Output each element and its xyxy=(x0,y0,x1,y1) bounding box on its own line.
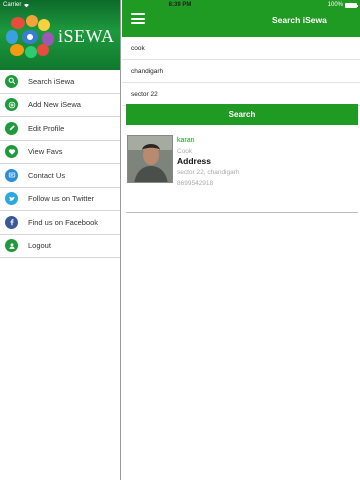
sidebar-item-label: Logout xyxy=(28,241,51,251)
city-input[interactable] xyxy=(131,67,351,75)
twitter-icon xyxy=(5,192,18,206)
category-field-row xyxy=(122,37,360,60)
clock: 8:39 PM xyxy=(168,2,192,8)
add-icon xyxy=(5,98,18,112)
sidebar: iSEWA Search iSewa Add New iSewa Edit Pr… xyxy=(0,0,121,480)
sidebar-item-search[interactable]: Search iSewa xyxy=(0,70,120,94)
sidebar-item-label: Edit Profile xyxy=(28,123,65,133)
result-phone: 8699542918 xyxy=(177,180,214,187)
status-bar: Carrier 8:39 PM 100% xyxy=(0,0,360,10)
battery-percent: 100% xyxy=(327,2,343,8)
status-battery-group: 100% xyxy=(327,0,358,10)
brand-name: iSEWA xyxy=(58,26,115,46)
list-item[interactable]: karan Cook Address sector 22, chandigarh… xyxy=(126,134,358,192)
main-panel: Search iSewa Search karan Cook Address s… xyxy=(122,0,360,480)
sidebar-item-label: Follow us on Twitter xyxy=(28,194,95,204)
sidebar-item-contact-us[interactable]: Contact Us xyxy=(0,164,120,188)
sidebar-item-label: Add New iSewa xyxy=(28,100,81,110)
divider xyxy=(126,212,358,213)
avatar xyxy=(127,135,173,183)
result-profession: Cook xyxy=(177,148,193,155)
pencil-icon xyxy=(5,121,18,135)
sidebar-item-label: Search iSewa xyxy=(28,76,75,86)
sidebar-item-add-new[interactable]: Add New iSewa xyxy=(0,94,120,117)
sidebar-header: iSEWA xyxy=(0,0,120,70)
result-address: sector 22, chandigarh xyxy=(177,169,240,176)
sidebar-item-logout[interactable]: Logout xyxy=(0,235,120,258)
sidebar-item-label: View Favs xyxy=(28,147,63,157)
profile-photo xyxy=(128,136,172,182)
page-title: Search iSewa xyxy=(272,15,327,25)
hands-logo-icon xyxy=(6,15,54,58)
user-icon xyxy=(5,239,18,253)
sidebar-item-facebook[interactable]: Find us on Facebook xyxy=(0,211,120,235)
sidebar-menu: Search iSewa Add New iSewa Edit Profile … xyxy=(0,70,120,258)
sidebar-item-label: Find us on Facebook xyxy=(28,217,99,227)
search-icon xyxy=(5,74,18,88)
area-field-row xyxy=(122,83,360,106)
result-address-heading: Address xyxy=(177,156,212,166)
sidebar-item-label: Contact Us xyxy=(28,170,66,180)
result-name: karan xyxy=(177,137,195,144)
heart-icon xyxy=(5,145,18,159)
sidebar-item-view-favs[interactable]: View Favs xyxy=(0,141,120,164)
category-input[interactable] xyxy=(131,44,351,52)
area-input[interactable] xyxy=(131,90,351,98)
menu-toggle-icon[interactable] xyxy=(131,13,145,24)
sidebar-item-edit-profile[interactable]: Edit Profile xyxy=(0,117,120,141)
sidebar-item-twitter[interactable]: Follow us on Twitter xyxy=(0,188,120,211)
contact-card-icon xyxy=(5,168,18,182)
city-field-row xyxy=(122,60,360,83)
battery-icon xyxy=(345,2,358,8)
search-button[interactable]: Search xyxy=(126,104,358,125)
facebook-icon xyxy=(5,215,18,229)
